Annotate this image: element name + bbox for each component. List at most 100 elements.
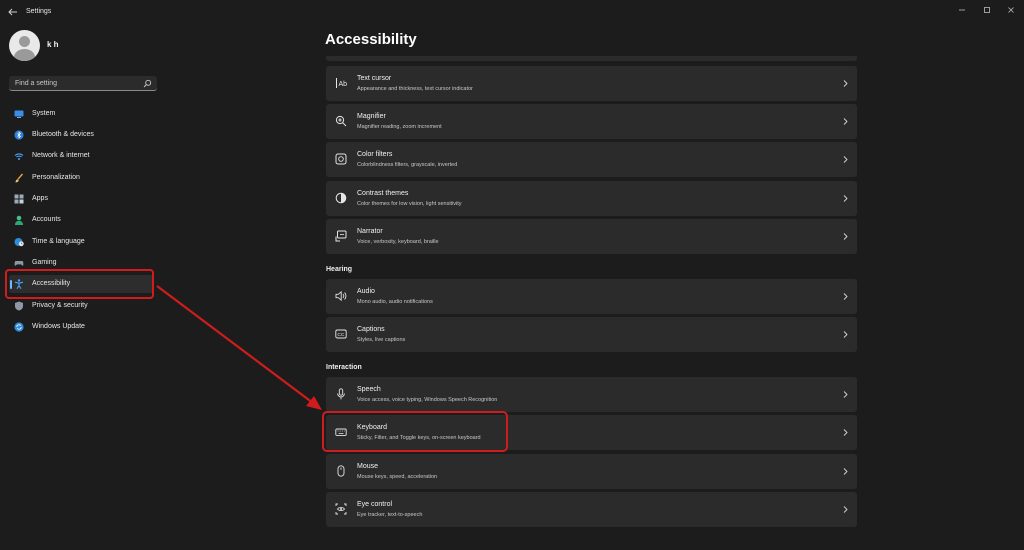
card-title: Captions	[357, 326, 385, 333]
sidebar-item-apps[interactable]: Apps	[9, 190, 154, 208]
section-heading-hearing: Hearing	[326, 266, 353, 273]
card-subtitle: Eye tracker, text-to-speech	[357, 512, 423, 518]
bluetooth-icon	[14, 130, 24, 140]
card-title: Audio	[357, 288, 375, 295]
sidebar-item-network[interactable]: Network & internet	[9, 147, 154, 165]
accessibility-highlight-box	[5, 269, 154, 299]
svg-text:CC: CC	[337, 332, 344, 338]
monitor-icon	[14, 110, 24, 118]
color-filters-icon	[335, 153, 347, 165]
card-subtitle: Voice access, voice typing, Windows Spee…	[357, 397, 498, 403]
chevron-right-icon	[843, 506, 848, 513]
narrator-icon	[335, 230, 347, 242]
chevron-right-icon	[843, 391, 848, 398]
card-title: Text cursor	[357, 75, 392, 82]
gamepad-icon	[14, 261, 24, 266]
shield-icon	[15, 301, 23, 311]
avatar-body-shape	[14, 49, 35, 61]
card-title: Contrast themes	[357, 190, 409, 197]
card-title: Eye control	[357, 501, 393, 508]
card-subtitle: Styles, live captions	[357, 337, 406, 343]
card-title: Color filters	[357, 151, 393, 158]
setting-card-contrast-themes[interactable]: Contrast themes Color themes for low vis…	[326, 181, 857, 216]
chevron-right-icon	[843, 468, 848, 475]
sidebar-item-label: Network & internet	[32, 152, 90, 159]
microphone-icon	[337, 388, 345, 400]
close-icon[interactable]	[1004, 4, 1018, 16]
card-subtitle: Mouse keys, speed, acceleration	[357, 474, 438, 480]
search-input[interactable]: Find a setting	[9, 76, 157, 91]
person-icon	[15, 215, 23, 225]
sidebar-item-label: Apps	[32, 195, 48, 202]
sidebar-item-time-language[interactable]: Time & language	[9, 233, 154, 251]
brush-icon	[15, 173, 24, 183]
sidebar-item-label: Time & language	[32, 238, 85, 245]
svg-text:Ab: Ab	[339, 81, 348, 88]
sidebar-item-privacy[interactable]: Privacy & security	[9, 297, 154, 315]
sidebar-item-label: Accounts	[32, 216, 61, 223]
setting-card-audio[interactable]: Audio Mono audio, audio notifications	[326, 279, 857, 314]
card-title: Mouse	[357, 463, 379, 470]
setting-card-speech[interactable]: Speech Voice access, voice typing, Windo…	[326, 377, 857, 412]
avatar[interactable]	[9, 30, 40, 61]
wifi-icon	[14, 153, 24, 160]
captions-icon: CC	[335, 329, 347, 339]
back-arrow-icon[interactable]	[7, 6, 19, 18]
setting-card-text-cursor[interactable]: Ab Text cursor Appearance and thickness,…	[326, 66, 857, 101]
chevron-right-icon	[843, 429, 848, 436]
sidebar-item-personalization[interactable]: Personalization	[9, 169, 154, 187]
sidebar-item-windows-update[interactable]: Windows Update	[9, 318, 154, 336]
avatar-head-shape	[19, 36, 30, 47]
minimize-icon[interactable]	[955, 4, 969, 16]
card-title: Narrator	[357, 228, 383, 235]
maximize-icon[interactable]	[980, 4, 994, 16]
setting-card-narrator[interactable]: Narrator Voice, verbosity, keyboard, bra…	[326, 219, 857, 254]
chevron-right-icon	[843, 80, 848, 87]
chevron-right-icon	[843, 156, 848, 163]
card-subtitle: Magnifier reading, zoom increment	[357, 124, 442, 130]
speaker-icon	[335, 290, 347, 302]
setting-card-magnifier[interactable]: Magnifier Magnifier reading, zoom increm…	[326, 104, 857, 139]
card-subtitle: Color themes for low vision, light sensi…	[357, 201, 462, 207]
chevron-right-icon	[843, 293, 848, 300]
sidebar-item-system[interactable]: System	[9, 105, 154, 123]
chevron-right-icon	[843, 195, 848, 202]
chevron-right-icon	[843, 118, 848, 125]
chevron-right-icon	[843, 233, 848, 240]
page-title: Accessibility	[325, 31, 417, 48]
search-icon[interactable]	[143, 79, 152, 88]
sidebar-item-label: Windows Update	[32, 323, 85, 330]
setting-card-color-filters[interactable]: Color filters Colorblindness filters, gr…	[326, 142, 857, 177]
sidebar-item-label: Bluetooth & devices	[32, 131, 94, 138]
sidebar-item-label: Personalization	[32, 174, 80, 181]
setting-card-eye-control[interactable]: Eye control Eye tracker, text-to-speech	[326, 492, 857, 527]
setting-card-captions[interactable]: CC Captions Styles, live captions	[326, 317, 857, 352]
setting-card-mouse[interactable]: Mouse Mouse keys, speed, acceleration	[326, 454, 857, 489]
magnifier-icon	[335, 115, 347, 127]
user-name: k h	[47, 40, 59, 49]
sidebar-item-label: Privacy & security	[32, 302, 88, 309]
card-subtitle: Colorblindness filters, grayscale, inver…	[357, 162, 458, 168]
sidebar-item-accounts[interactable]: Accounts	[9, 211, 154, 229]
search-placeholder: Find a setting	[15, 80, 58, 87]
text-cursor-icon: Ab	[336, 78, 348, 88]
card-title: Magnifier	[357, 113, 386, 120]
apps-icon	[14, 194, 24, 204]
eye-control-icon	[335, 503, 347, 515]
card-subtitle: Voice, verbosity, keyboard, braille	[357, 239, 439, 245]
mouse-icon	[337, 465, 345, 477]
card-subtitle: Appearance and thickness, text cursor in…	[357, 86, 473, 92]
sidebar-item-bluetooth[interactable]: Bluetooth & devices	[9, 126, 154, 144]
app-title: Settings	[26, 8, 52, 15]
update-icon	[14, 322, 24, 332]
sidebar-item-label: Gaming	[32, 259, 57, 266]
card-subtitle: Mono audio, audio notifications	[357, 299, 433, 305]
section-heading-interaction: Interaction	[326, 364, 362, 371]
chevron-right-icon	[843, 331, 848, 338]
scrolled-card-edge	[326, 56, 857, 61]
keyboard-highlight-box	[322, 411, 508, 452]
contrast-icon	[335, 192, 347, 204]
card-title: Speech	[357, 386, 381, 393]
title-bar: Settings	[0, 0, 1024, 26]
globe-clock-icon	[14, 238, 24, 247]
